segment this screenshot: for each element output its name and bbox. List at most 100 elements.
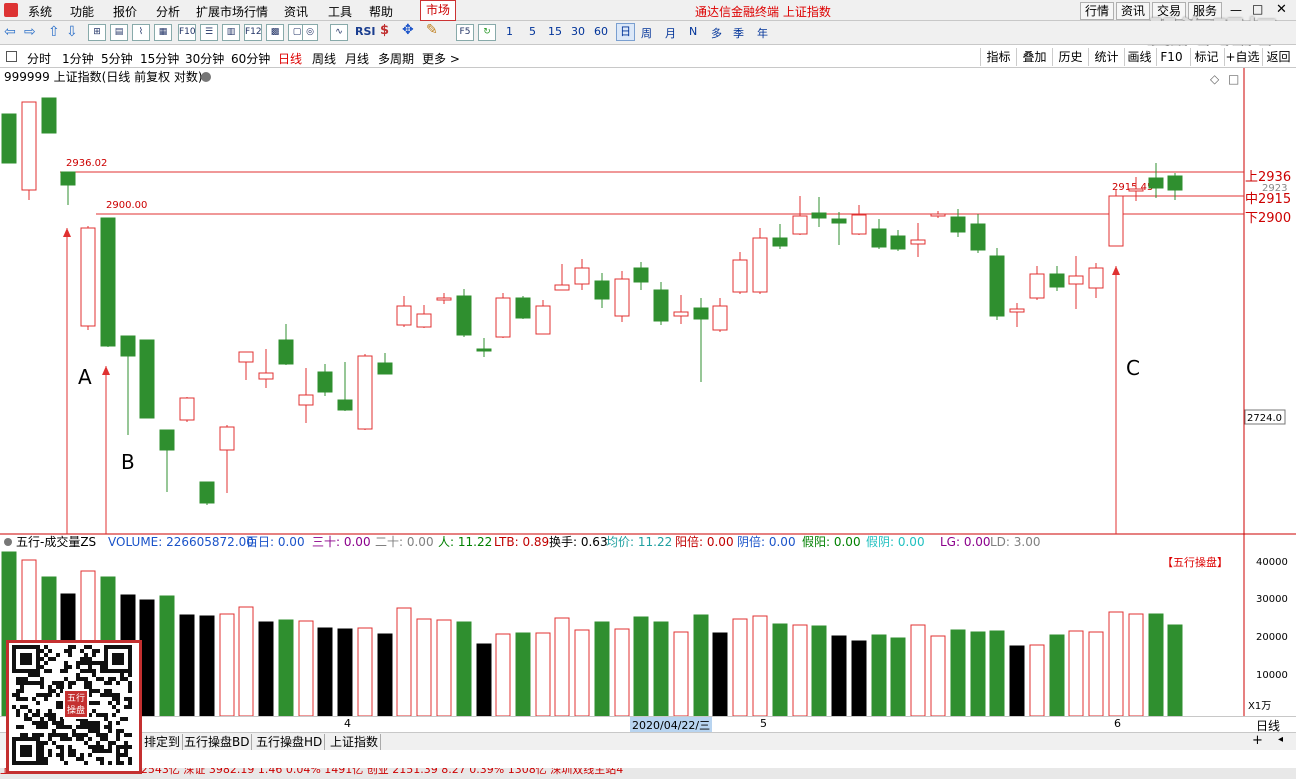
panel-toggle-icon[interactable] <box>6 51 17 62</box>
candle[interactable] <box>159 429 175 492</box>
period-5[interactable]: 5 <box>529 25 536 38</box>
period-tab-multi[interactable]: 多周期 <box>378 50 414 67</box>
period-week[interactable]: 周 <box>641 25 652 41</box>
target-icon[interactable]: ◎ <box>302 24 318 41</box>
candle[interactable] <box>1128 177 1144 201</box>
app-logo-icon[interactable] <box>4 3 18 17</box>
period-1[interactable]: 1 <box>506 25 513 38</box>
candle[interactable] <box>811 197 827 227</box>
indicator-button[interactable]: 指标 <box>980 48 1016 66</box>
line-chart-icon[interactable]: ⌇ <box>132 24 150 41</box>
menu-item-quote[interactable]: 报价 <box>113 3 137 20</box>
header-dropdown-icon[interactable] <box>201 72 211 82</box>
candle[interactable] <box>1068 256 1084 309</box>
scroll-left-icon[interactable]: ◂ <box>1278 734 1283 745</box>
candle[interactable] <box>831 212 847 245</box>
settings-diamond-icon[interactable]: ◇ <box>1210 72 1220 86</box>
candle[interactable] <box>871 219 887 249</box>
candle[interactable] <box>792 196 808 235</box>
candle[interactable] <box>633 262 649 290</box>
candle[interactable] <box>1029 266 1045 300</box>
candle[interactable] <box>910 223 926 257</box>
period-tab-more[interactable]: 更多 > <box>422 50 460 67</box>
candle[interactable] <box>21 101 37 200</box>
candle[interactable] <box>416 305 432 328</box>
close-icon[interactable]: ✕ <box>1276 2 1287 17</box>
menu-item-function[interactable]: 功能 <box>70 3 94 20</box>
candle[interactable] <box>732 252 748 294</box>
dollar-icon[interactable]: $ <box>380 23 389 38</box>
forward-arrow-icon[interactable]: ⇨ <box>24 24 36 40</box>
menu-item-extended-market[interactable]: 扩展市场行情 <box>196 3 268 20</box>
candle[interactable] <box>693 298 709 382</box>
candle[interactable] <box>574 259 590 290</box>
candle[interactable] <box>199 481 215 505</box>
period-month[interactable]: 月 <box>665 25 676 41</box>
candle[interactable] <box>970 214 986 253</box>
period-tab-timeshare[interactable]: 分时 <box>27 50 51 67</box>
market-tab[interactable]: 市场 <box>420 0 456 21</box>
candle[interactable] <box>989 248 1005 320</box>
window-restore-icon[interactable]: □ <box>1228 72 1239 86</box>
candle[interactable] <box>100 217 116 347</box>
candle[interactable] <box>515 296 531 319</box>
tab-shanghai-index[interactable]: 上证指数 <box>328 734 382 750</box>
refresh-icon[interactable]: ↻ <box>478 24 496 41</box>
chart-area[interactable]: 999999 上证指数(日线 前复权 对数) ◇ □ 2936.02 2900.… <box>0 68 1296 716</box>
candle[interactable] <box>298 368 314 423</box>
candle[interactable] <box>476 338 492 357</box>
overlay-button[interactable]: 叠加 <box>1016 48 1052 66</box>
period-60[interactable]: 60 <box>594 25 608 38</box>
wave-icon[interactable]: ∿ <box>330 24 348 41</box>
back-button[interactable]: 返回 <box>1262 48 1294 66</box>
period-year[interactable]: 年 <box>757 25 768 41</box>
move-icon[interactable]: ✥ <box>402 22 414 38</box>
candle[interactable] <box>179 397 195 422</box>
statistics-button[interactable]: 统计 <box>1088 48 1124 66</box>
candle[interactable] <box>752 228 768 294</box>
table-icon[interactable]: ▤ <box>110 24 128 41</box>
period-tab-1min[interactable]: 1分钟 <box>62 50 94 67</box>
candle[interactable] <box>377 353 393 375</box>
f5-icon[interactable]: F5 <box>456 24 474 41</box>
candle[interactable] <box>554 264 570 291</box>
period-quarter[interactable]: 季 <box>733 25 744 41</box>
candle[interactable] <box>1088 263 1104 298</box>
candle[interactable] <box>1009 303 1025 327</box>
period-day[interactable]: 日 <box>616 23 635 41</box>
candlestick-chart[interactable]: 999999 上证指数(日线 前复权 对数) ◇ □ 2936.02 2900.… <box>0 68 1296 716</box>
candle[interactable] <box>219 425 235 493</box>
candle[interactable] <box>396 296 412 327</box>
back-arrow-icon[interactable]: ⇦ <box>4 24 16 40</box>
menu-item-system[interactable]: 系统 <box>28 3 52 20</box>
f12-icon[interactable]: F12 <box>244 24 262 41</box>
period-15[interactable]: 15 <box>548 25 562 38</box>
candle[interactable] <box>1108 189 1124 247</box>
up-arrow-icon[interactable]: ⇧ <box>48 24 60 40</box>
candle[interactable] <box>456 289 472 337</box>
candle[interactable] <box>1 113 17 164</box>
menu-item-tools[interactable]: 工具 <box>328 3 352 20</box>
candle[interactable] <box>851 205 867 235</box>
candle[interactable] <box>60 171 76 205</box>
period-multi[interactable]: 多 <box>711 25 722 41</box>
period-tab-15min[interactable]: 15分钟 <box>140 50 179 67</box>
quote-button[interactable]: 行情 <box>1080 2 1114 20</box>
list-icon[interactable]: ☰ <box>200 24 218 41</box>
candle[interactable] <box>712 298 728 332</box>
candle[interactable] <box>890 230 906 251</box>
down-arrow-icon[interactable]: ⇩ <box>66 24 78 40</box>
candle[interactable] <box>673 295 689 324</box>
period-tab-5min[interactable]: 5分钟 <box>101 50 133 67</box>
candle[interactable] <box>258 349 274 388</box>
candle[interactable] <box>357 354 373 430</box>
candle[interactable] <box>337 362 353 411</box>
news-button[interactable]: 资讯 <box>1116 2 1150 20</box>
rsi-icon[interactable]: RSI <box>355 25 376 38</box>
pencil-icon[interactable]: ✎ <box>426 22 438 38</box>
candle[interactable] <box>772 224 788 249</box>
grid-icon[interactable]: ▦ <box>154 24 172 41</box>
candle[interactable] <box>614 271 630 322</box>
candle[interactable] <box>41 97 57 134</box>
candle[interactable] <box>278 324 294 365</box>
